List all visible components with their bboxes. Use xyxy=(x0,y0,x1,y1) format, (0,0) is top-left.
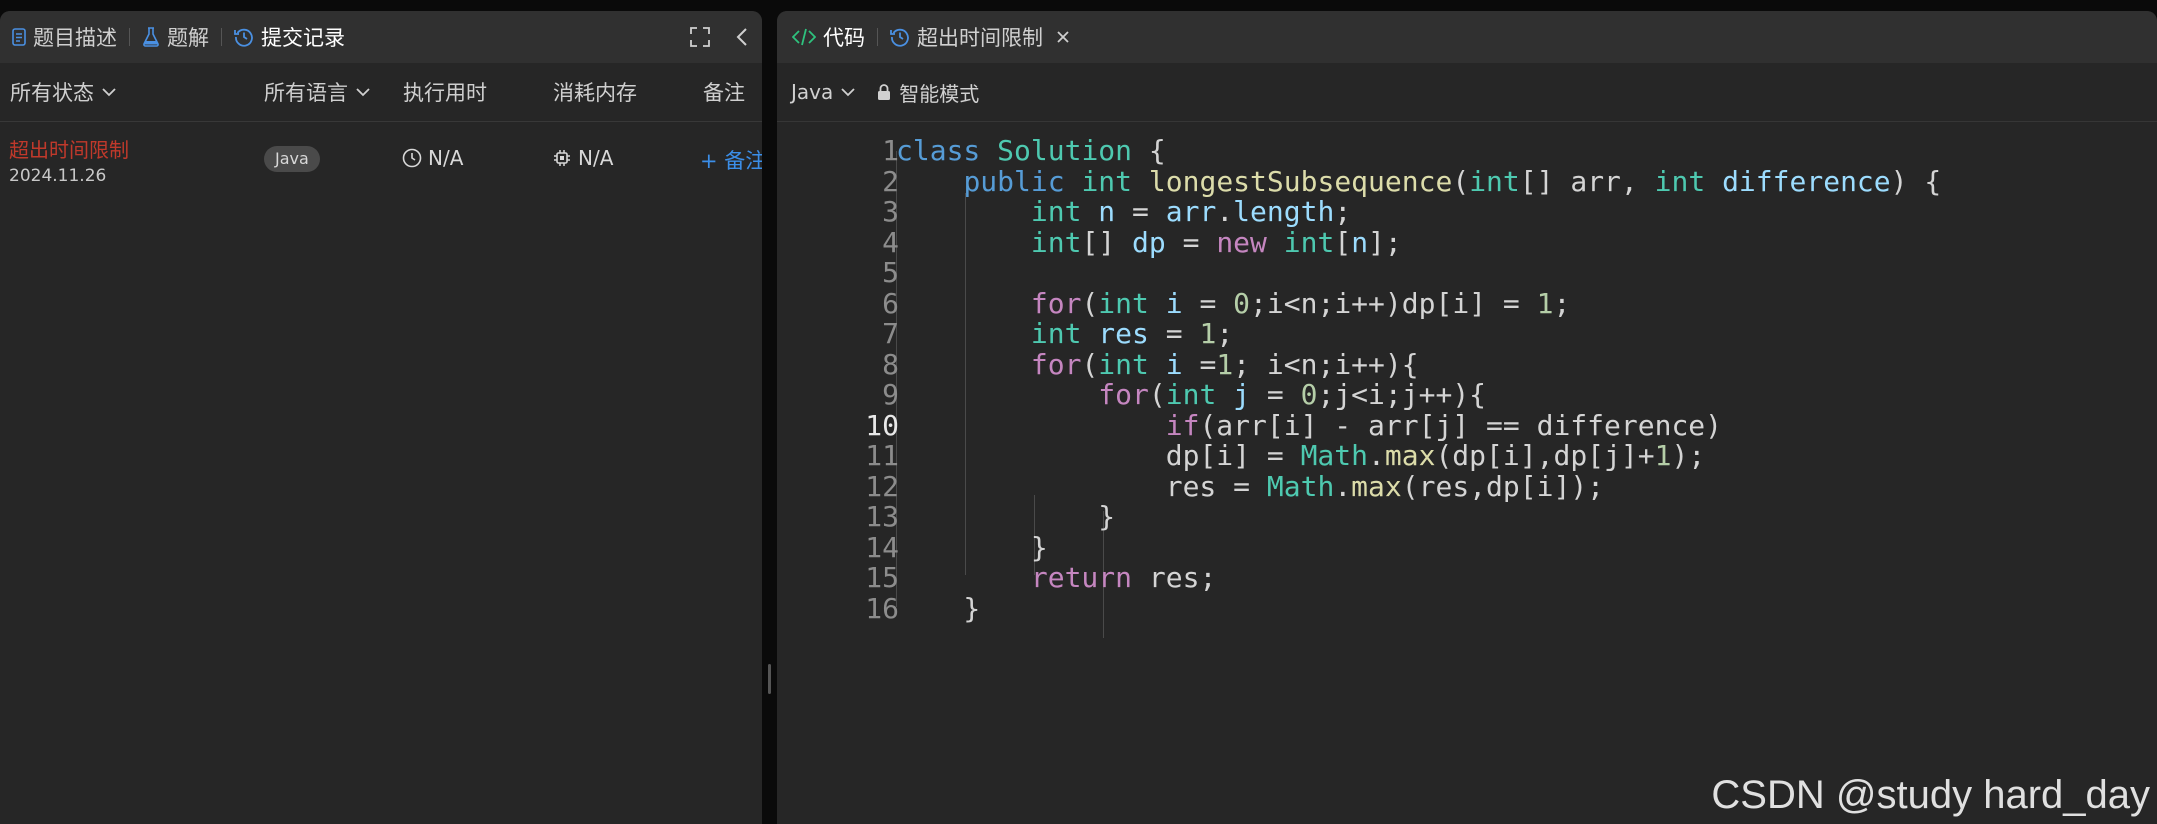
memory-metric: N/A xyxy=(552,146,613,170)
language-select[interactable]: Java xyxy=(791,80,855,104)
memory-header-label: 消耗内存 xyxy=(553,81,637,105)
code-text: } xyxy=(896,591,981,625)
chevron-down-icon xyxy=(102,87,116,97)
tab-divider xyxy=(221,28,222,46)
status-filter-label: 所有状态 xyxy=(10,81,94,105)
runtime-value: N/A xyxy=(428,146,464,170)
smart-mode-toggle[interactable]: 智能模式 xyxy=(877,78,979,107)
close-icon[interactable] xyxy=(1056,30,1070,44)
code-editor[interactable]: 1 class Solution {2 public int longestSub… xyxy=(777,122,2157,824)
line-number: 16 xyxy=(865,591,899,625)
language-badge: Java xyxy=(264,146,320,172)
flask-icon xyxy=(142,27,160,47)
language-filter-label: 所有语言 xyxy=(264,81,348,105)
language-select-value: Java xyxy=(791,80,834,104)
code-icon xyxy=(792,28,816,46)
watermark-text: CSDN @study hard_day xyxy=(1711,773,2150,817)
runtime-column-header: 执行用时 xyxy=(403,63,487,121)
runtime-header-label: 执行用时 xyxy=(403,81,487,105)
tab-divider xyxy=(129,28,130,46)
runtime-metric: N/A xyxy=(402,146,463,170)
chip-icon xyxy=(552,148,572,168)
tab-code-label: 代码 xyxy=(823,26,865,50)
tab-description-label: 题目描述 xyxy=(33,26,117,50)
tab-divider xyxy=(877,28,878,46)
clock-icon xyxy=(402,148,422,168)
tab-submissions-label: 提交记录 xyxy=(261,26,345,50)
smart-mode-label: 智能模式 xyxy=(899,81,980,106)
history-icon xyxy=(890,27,910,47)
document-icon xyxy=(12,28,26,46)
lock-icon xyxy=(877,83,891,101)
tab-code[interactable]: 代码 xyxy=(792,22,865,52)
chevron-down-icon xyxy=(841,87,855,97)
add-note-button[interactable]: + 备注 xyxy=(700,145,762,175)
tab-description[interactable]: 题目描述 xyxy=(12,22,117,52)
tab-result[interactable]: 超出时间限制 xyxy=(890,22,1070,52)
right-tabbar: 代码 超出时间限制 xyxy=(777,11,2157,63)
tab-result-label: 超出时间限制 xyxy=(917,26,1043,50)
tab-submissions[interactable]: 提交记录 xyxy=(234,22,345,52)
notes-header-label: 备注 xyxy=(703,81,745,105)
submission-row[interactable]: 超出时间限制 2024.11.26 Java N/A N/A + 备注 xyxy=(0,122,762,196)
language-filter-dropdown[interactable]: 所有语言 xyxy=(264,63,370,121)
code-line[interactable]: 16 } xyxy=(777,588,2157,630)
left-tabbar: 题目描述 题解 提交记录 xyxy=(0,11,762,63)
submission-filter-row: 所有状态 所有语言 执行用时 消耗内存 备注 xyxy=(0,63,762,122)
notes-column-header: 备注 xyxy=(703,63,745,121)
right-panel: 代码 超出时间限制 Java 智能模式 1 class Solution {2… xyxy=(777,11,2157,824)
editor-toolbar: Java 智能模式 xyxy=(777,63,2157,122)
tab-solutions-label: 题解 xyxy=(167,26,209,50)
panel-resize-handle[interactable] xyxy=(768,664,771,694)
fullscreen-icon[interactable] xyxy=(690,27,710,47)
left-panel: 题目描述 题解 提交记录 所有状态 所有语言 执行用时 消耗内存 备注 超出时间… xyxy=(0,11,762,824)
status-filter-dropdown[interactable]: 所有状态 xyxy=(10,63,116,121)
memory-value: N/A xyxy=(578,146,614,170)
tab-solutions[interactable]: 题解 xyxy=(142,22,209,52)
collapse-chevron-left-icon[interactable] xyxy=(736,27,748,47)
submission-status[interactable]: 超出时间限制 xyxy=(9,134,129,163)
history-icon xyxy=(234,27,254,47)
submission-date: 2024.11.26 xyxy=(9,166,107,186)
memory-column-header: 消耗内存 xyxy=(553,63,637,121)
chevron-down-icon xyxy=(356,87,370,97)
